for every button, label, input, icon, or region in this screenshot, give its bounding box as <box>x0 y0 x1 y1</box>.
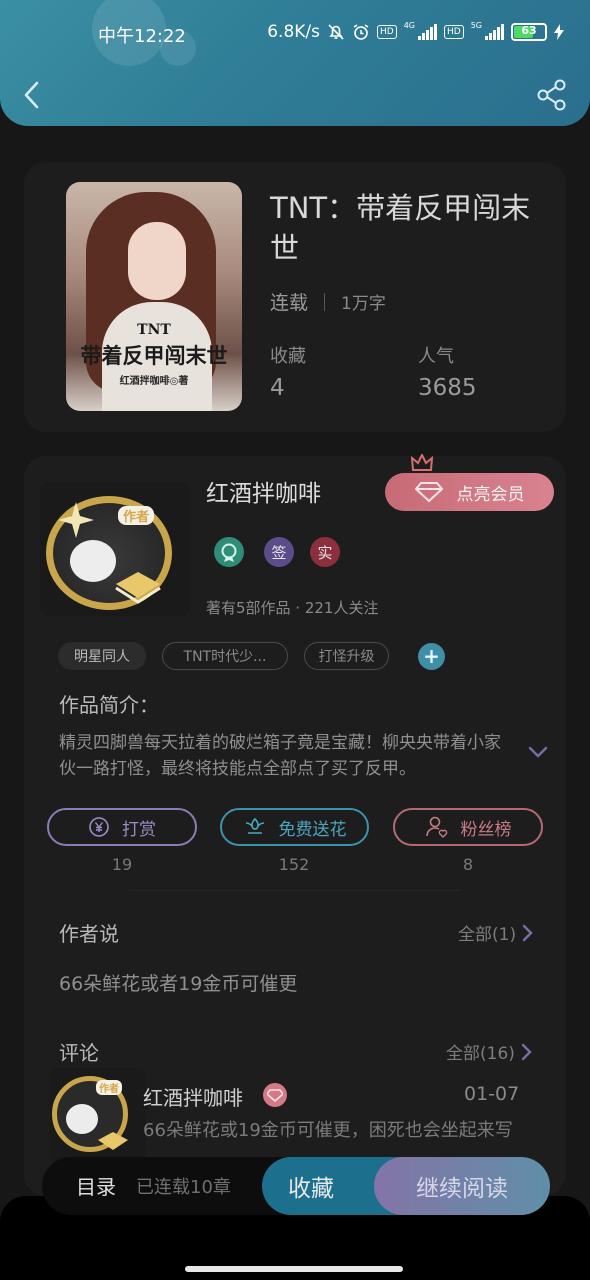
comment-text: 66朵鲜花或19金币可催更，困死也会坐起来写 <box>143 1120 513 1141</box>
book-cover-image[interactable]: TNT 带着反甲闯末世 红酒拌咖啡◎著 <box>66 182 242 411</box>
toc-button[interactable]: 目录 <box>76 1171 116 1200</box>
book-status: 连载 <box>270 292 309 314</box>
vip-diamond-icon <box>263 1083 287 1107</box>
fans-person-icon <box>425 816 447 838</box>
tip-button[interactable]: 打赏 <box>47 808 197 846</box>
book-icon <box>115 572 161 604</box>
signed-badge: 签 <box>264 537 294 567</box>
continue-reading-label: 继续阅读 <box>416 1176 508 1202</box>
comment-avatar-tag: 作者 <box>96 1080 122 1095</box>
tag-chip[interactable]: 明星同人 <box>58 642 146 670</box>
status-bar: 中午12:22 6.8K/s HD 4G HD 5G 63 <box>0 20 590 50</box>
author-says-heading: 作者说 <box>59 922 119 946</box>
see-all-label: 全部(16) <box>446 1044 515 1064</box>
bell-muted-icon <box>327 23 345 41</box>
sim2-network-type: 5G <box>470 21 482 30</box>
signal-icon <box>485 24 504 40</box>
author-stats: 著有5部作品 · 221人关注 <box>206 599 379 617</box>
avatar-sheep-image <box>66 1104 98 1134</box>
book-icon <box>98 1132 128 1150</box>
serial-status: 已连载10章 <box>136 1177 231 1198</box>
status-icons: 6.8K/s HD 4G HD 5G 63 <box>267 22 564 42</box>
verified-badge: 实 <box>310 537 340 567</box>
plus-icon: + <box>423 644 440 668</box>
popularity-label: 人气 <box>418 346 454 367</box>
flower-count: 152 <box>278 855 310 874</box>
flower-icon <box>245 817 264 834</box>
sim2-hd-label: HD <box>444 25 464 39</box>
chevron-down-icon[interactable] <box>527 744 549 760</box>
diamond-icon <box>414 482 443 503</box>
favorites-label: 收藏 <box>270 346 306 367</box>
comments-see-all[interactable]: 全部(16) <box>446 1039 533 1064</box>
network-speed: 6.8K/s <box>267 22 320 42</box>
see-all-label: 全部(1) <box>458 925 517 945</box>
fans-rank-label: 粉丝榜 <box>460 819 512 840</box>
send-flower-button[interactable]: 免费送花 <box>220 808 369 846</box>
vip-button[interactable]: 点亮会员 <box>385 473 554 511</box>
yen-coin-icon <box>89 817 109 837</box>
comments-heading: 评论 <box>59 1041 99 1065</box>
favorites-value: 4 <box>270 375 285 401</box>
back-button[interactable] <box>18 78 48 112</box>
share-button[interactable] <box>536 78 568 112</box>
author-says-see-all[interactable]: 全部(1) <box>458 920 534 945</box>
level-medal-icon <box>214 537 244 567</box>
tip-label: 打赏 <box>122 819 156 840</box>
vip-button-label: 点亮会员 <box>456 484 525 505</box>
tip-count: 19 <box>111 855 133 874</box>
author-says-text: 66朵鲜花或者19金币可催更 <box>59 973 298 995</box>
battery-percent: 63 <box>521 24 537 37</box>
home-indicator[interactable] <box>185 1266 403 1272</box>
sim1-hd-label: HD <box>377 25 397 39</box>
sparkle-icon <box>58 502 94 538</box>
intro-text: 精灵四脚兽每天拉着的破烂箱子竟是宝藏！柳央央带着小家伙一路打怪，最终将技能点全部… <box>59 733 501 779</box>
comment-date: 01-07 <box>464 1083 520 1105</box>
book-title: TNT：带着反甲闯末世 <box>270 191 531 265</box>
fans-count: 8 <box>462 855 474 874</box>
book-word-count: 1万字 <box>341 294 386 314</box>
cover-title: 带着反甲闯末世 <box>80 343 228 368</box>
popularity-value: 3685 <box>418 375 477 401</box>
cover-title-small: TNT <box>137 322 171 338</box>
add-tag-button[interactable]: + <box>418 643 445 670</box>
battery-icon: 63 <box>511 23 547 41</box>
fans-rank-button[interactable]: 粉丝榜 <box>393 808 543 846</box>
author-name[interactable]: 红酒拌咖啡 <box>206 474 321 508</box>
meta-divider <box>324 292 326 311</box>
sim1-network-type: 4G <box>403 21 415 30</box>
add-to-shelf-label: 收藏 <box>288 1176 334 1202</box>
chevron-right-icon <box>521 1043 532 1060</box>
section-divider <box>130 890 460 891</box>
chevron-left-icon <box>24 81 39 109</box>
crown-icon <box>411 454 433 471</box>
status-time: 中午12:22 <box>98 26 186 47</box>
chevron-right-icon <box>522 924 533 941</box>
tag-chip[interactable]: TNT时代少... <box>162 642 288 670</box>
cover-author: 红酒拌咖啡◎著 <box>119 376 189 387</box>
tag-chip[interactable]: 打怪升级 <box>304 642 389 670</box>
share-icon <box>537 79 566 111</box>
charging-bolt-icon <box>554 24 564 40</box>
book-meta: 连载 1万字 <box>270 288 386 315</box>
intro-heading: 作品简介： <box>59 693 159 717</box>
send-flower-label: 免费送花 <box>278 819 347 840</box>
avatar-sheep-image <box>70 540 116 582</box>
header: 中午12:22 6.8K/s HD 4G HD 5G 63 <box>0 0 590 126</box>
alarm-icon <box>352 23 370 41</box>
comment-user-name[interactable]: 红酒拌咖啡 <box>143 1082 243 1111</box>
continue-reading-button[interactable]: 继续阅读 <box>374 1157 550 1215</box>
signal-icon <box>418 24 437 40</box>
author-avatar-tag: 作者 <box>118 506 155 525</box>
